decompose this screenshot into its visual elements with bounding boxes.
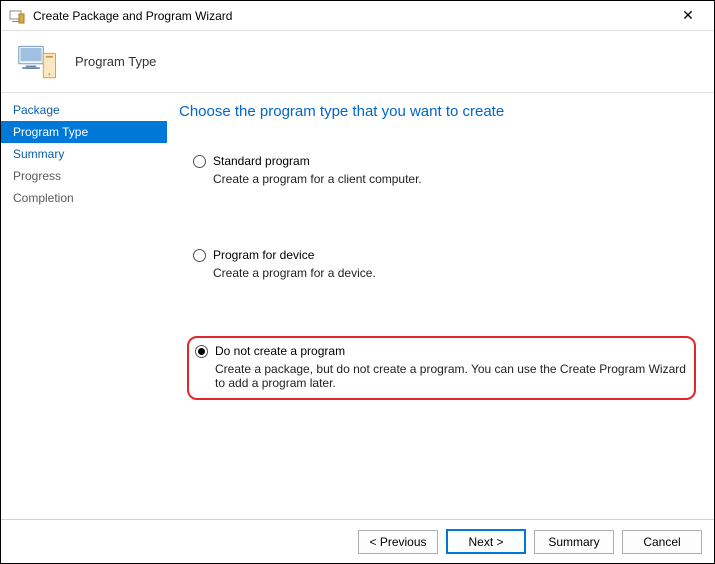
sidebar-item-package[interactable]: Package [1,99,167,121]
radio-program-for-device[interactable] [193,249,206,262]
window-title: Create Package and Program Wizard [33,9,668,23]
titlebar: Create Package and Program Wizard ✕ [1,1,714,31]
option-desc-do-not-create: Create a package, but do not create a pr… [215,362,686,390]
wizard-footer: < Previous Next > Summary Cancel [1,519,714,563]
close-button[interactable]: ✕ [668,2,708,30]
option-desc-program-for-device: Create a program for a device. [213,266,688,280]
wizard-body: Package Program Type Summary Progress Co… [1,93,714,519]
wizard-sidebar: Package Program Type Summary Progress Co… [1,93,167,519]
option-desc-standard-program: Create a program for a client computer. [213,172,688,186]
next-button[interactable]: Next > [446,529,526,554]
option-standard-program: Standard program Create a program for a … [187,148,696,194]
radio-label-do-not-create: Do not create a program [215,344,345,358]
radio-label-program-for-device: Program for device [213,248,314,262]
page-title: Program Type [75,54,156,69]
radio-label-standard-program: Standard program [213,154,310,168]
previous-button[interactable]: < Previous [358,530,438,554]
radio-standard-program[interactable] [193,155,206,168]
option-do-not-create: Do not create a program Create a package… [187,336,696,400]
sidebar-item-summary[interactable]: Summary [1,143,167,165]
sidebar-item-progress: Progress [1,165,167,187]
sidebar-item-completion: Completion [1,187,167,209]
option-program-for-device: Program for device Create a program for … [187,242,696,288]
wizard-header: Program Type [1,31,714,93]
cancel-button[interactable]: Cancel [622,530,702,554]
summary-button[interactable]: Summary [534,530,614,554]
radio-do-not-create[interactable] [195,345,208,358]
app-icon [9,8,25,24]
sidebar-item-program-type[interactable]: Program Type [1,121,167,143]
computer-icon [17,41,59,83]
wizard-content: Choose the program type that you want to… [167,93,714,519]
content-heading: Choose the program type that you want to… [179,103,696,120]
